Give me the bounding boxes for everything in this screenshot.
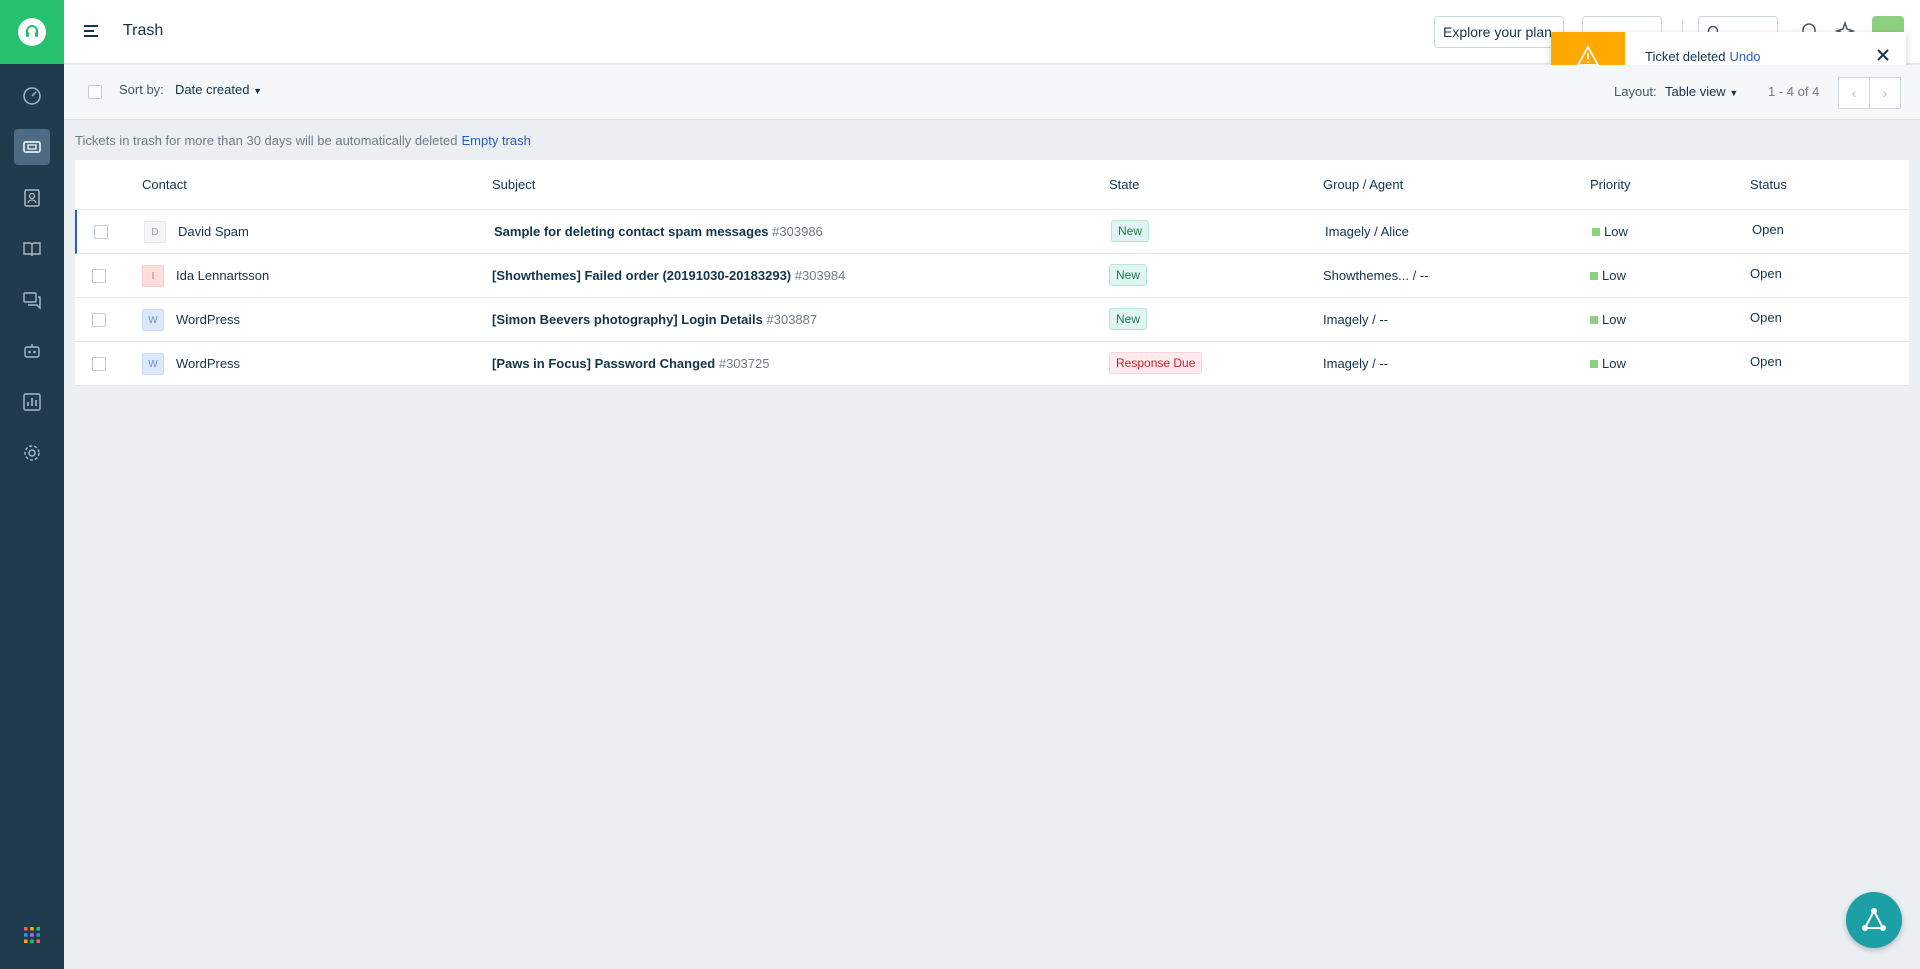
ticket-subject[interactable]: [Paws in Focus] Password Changed #303725	[492, 356, 769, 371]
table-row[interactable]: W WordPress [Simon Beevers photography] …	[75, 298, 1909, 342]
contact-card-icon	[24, 189, 40, 207]
list-toolbar: Sort by: Date created ▼ Layout: Table vi…	[64, 65, 1920, 120]
book-icon	[23, 242, 41, 257]
toast-message: Ticket deleted Undo	[1645, 48, 1761, 64]
app-logo[interactable]	[0, 0, 64, 64]
chevron-right-icon: ›	[1882, 85, 1888, 101]
state-badge: New	[1109, 308, 1148, 330]
state-badge: Response Due	[1109, 352, 1203, 374]
group-agent[interactable]: Imagely / --	[1323, 356, 1388, 371]
contact-name[interactable]: WordPress	[176, 356, 240, 371]
ticket-icon	[23, 141, 41, 153]
contact-name[interactable]: David Spam	[178, 224, 249, 239]
ticket-number: #303725	[718, 356, 770, 371]
group-agent[interactable]: Imagely / --	[1323, 312, 1388, 327]
priority-value[interactable]: Low	[1590, 268, 1626, 283]
headset-icon	[18, 18, 46, 46]
column-header-contact[interactable]: Contact	[142, 177, 187, 192]
gear-icon	[24, 445, 40, 461]
table-header: Contact Subject State Group / Agent Prio…	[75, 160, 1909, 210]
priority-dot-icon	[1590, 315, 1598, 324]
chevron-down-icon: ▼	[253, 86, 262, 96]
status-value[interactable]: Open	[1750, 354, 1782, 369]
sidebar-item-admin[interactable]	[14, 435, 50, 471]
state-badge: New	[1111, 220, 1150, 242]
contact-avatar: D	[144, 221, 166, 243]
status-value[interactable]: Open	[1752, 222, 1784, 237]
contact-name[interactable]: WordPress	[176, 312, 240, 327]
tickets-table: Contact Subject State Group / Agent Prio…	[75, 160, 1909, 386]
sidebar-item-contacts[interactable]	[14, 180, 50, 216]
priority-dot-icon	[1590, 359, 1598, 368]
row-checkbox[interactable]	[92, 313, 106, 327]
sort-by-label: Sort by:	[119, 82, 164, 97]
sidebar-item-forums[interactable]	[14, 282, 50, 318]
priority-value[interactable]: Low	[1592, 224, 1628, 239]
status-value[interactable]: Open	[1750, 266, 1782, 281]
page-title: Trash	[123, 22, 164, 39]
gauge-icon	[23, 87, 41, 105]
column-header-priority[interactable]: Priority	[1590, 177, 1630, 192]
sidebar-item-tickets[interactable]	[14, 129, 50, 165]
priority-value[interactable]: Low	[1590, 356, 1626, 371]
row-checkbox[interactable]	[92, 269, 106, 283]
ticket-number: #303984	[794, 268, 846, 283]
group-agent[interactable]: Imagely / Alice	[1325, 224, 1409, 239]
status-value[interactable]: Open	[1750, 310, 1782, 325]
column-header-status[interactable]: Status	[1750, 177, 1787, 192]
layout-label: Layout:	[1614, 84, 1657, 99]
prev-page-button[interactable]: ‹	[1838, 77, 1870, 109]
state-badge: New	[1109, 264, 1148, 286]
row-checkbox[interactable]	[92, 357, 106, 371]
empty-trash-link[interactable]: Empty trash	[461, 133, 530, 148]
undo-link[interactable]: Undo	[1729, 49, 1760, 64]
hamburger-menu-icon[interactable]	[82, 22, 100, 40]
column-header-state[interactable]: State	[1109, 177, 1139, 192]
app-grid-icon	[24, 927, 40, 943]
priority-dot-icon	[1592, 227, 1600, 236]
close-icon[interactable]	[1874, 46, 1892, 64]
explore-plan-button[interactable]: Explore your plan	[1434, 16, 1564, 48]
contact-name[interactable]: Ida Lennartsson	[176, 268, 269, 283]
column-header-subject[interactable]: Subject	[492, 177, 535, 192]
sidebar-item-apps[interactable]	[14, 917, 50, 953]
sort-by-dropdown[interactable]: Date created ▼	[175, 82, 262, 97]
select-all-checkbox[interactable]	[88, 85, 102, 99]
row-checkbox[interactable]	[94, 225, 108, 239]
chat-icon	[23, 292, 41, 310]
sidebar-item-automation[interactable]	[14, 333, 50, 369]
ticket-number: #303986	[772, 224, 823, 239]
network-icon	[1862, 908, 1886, 931]
chevron-left-icon: ‹	[1851, 85, 1857, 101]
table-row[interactable]: W WordPress [Paws in Focus] Password Cha…	[75, 342, 1909, 386]
column-header-group-agent[interactable]: Group / Agent	[1323, 177, 1403, 192]
table-row[interactable]: I Ida Lennartsson [Showthemes] Failed or…	[75, 254, 1909, 298]
priority-value[interactable]: Low	[1590, 312, 1626, 327]
layout-dropdown[interactable]: Table view ▼	[1665, 84, 1738, 99]
contact-avatar: W	[142, 353, 164, 375]
contact-avatar: I	[142, 265, 164, 287]
ticket-subject[interactable]: Sample for deleting contact spam message…	[494, 224, 823, 239]
robot-icon	[24, 344, 40, 358]
trash-info: Tickets in trash for more than 30 days w…	[75, 133, 531, 148]
sidebar-item-solutions[interactable]	[14, 231, 50, 267]
assistant-fab-button[interactable]	[1846, 892, 1902, 948]
group-agent[interactable]: Showthemes... / --	[1323, 268, 1428, 283]
priority-dot-icon	[1590, 271, 1598, 280]
bar-chart-icon	[23, 393, 41, 411]
ticket-subject[interactable]: [Showthemes] Failed order (20191030-2018…	[492, 268, 845, 283]
sidebar-item-dashboard[interactable]	[14, 78, 50, 114]
chevron-down-icon: ▼	[1729, 88, 1739, 98]
contact-avatar: W	[142, 309, 164, 331]
ticket-subject[interactable]: [Simon Beevers photography] Login Detail…	[492, 312, 817, 327]
sidebar	[0, 0, 64, 969]
next-page-button[interactable]: ›	[1869, 77, 1901, 109]
table-row[interactable]: D David Spam Sample for deleting contact…	[75, 210, 1909, 254]
ticket-number: #303887	[766, 312, 818, 327]
page-count: 1 - 4 of 4	[1768, 84, 1820, 99]
sidebar-item-reports[interactable]	[14, 384, 50, 420]
